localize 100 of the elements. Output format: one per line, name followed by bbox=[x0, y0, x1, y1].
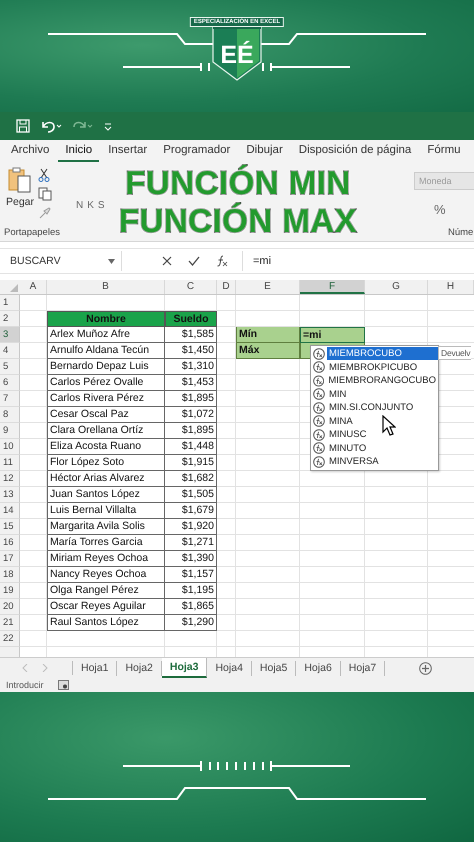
check-icon[interactable] bbox=[188, 256, 200, 266]
table-cell: Carlos Rivera Pérez bbox=[47, 391, 165, 407]
ribbon-tab[interactable]: Disposición de página bbox=[292, 140, 418, 162]
function-icon bbox=[313, 388, 325, 400]
font-style-button[interactable]: S bbox=[96, 200, 107, 211]
table-cell: Luis Bernal Villalta bbox=[47, 503, 165, 519]
font-style-button[interactable]: N bbox=[74, 200, 86, 211]
function-icon[interactable] bbox=[216, 255, 228, 267]
function-tooltip: Devuelv bbox=[438, 346, 472, 360]
table-cell: Raul Santos López bbox=[47, 615, 165, 631]
row-header[interactable]: 3 bbox=[0, 327, 20, 343]
function-suggestion[interactable]: MINVERSA bbox=[311, 455, 438, 468]
row-header[interactable]: 9 bbox=[0, 423, 20, 439]
paste-label[interactable]: Pegar bbox=[6, 196, 34, 208]
function-suggestion[interactable]: MIN bbox=[311, 388, 438, 401]
label-cell: Máx bbox=[236, 343, 300, 359]
function-icon bbox=[313, 402, 325, 414]
column-header[interactable]: G bbox=[365, 280, 428, 294]
clipboard-icon[interactable] bbox=[8, 166, 32, 194]
ribbon-tab[interactable]: Fórmu bbox=[420, 140, 468, 162]
row-header[interactable]: 10 bbox=[0, 439, 20, 455]
ribbon-tab[interactable]: Insertar bbox=[101, 140, 154, 162]
sheet-tab[interactable]: Hoja4 bbox=[207, 660, 252, 676]
group-label: Núme bbox=[448, 227, 474, 238]
function-icon bbox=[313, 374, 324, 387]
row-header[interactable]: 6 bbox=[0, 375, 20, 391]
table-cell: $1,157 bbox=[165, 567, 217, 583]
table-cell: Carlos Pérez Ovalle bbox=[47, 375, 165, 391]
column-header[interactable]: C bbox=[165, 280, 217, 294]
font-style-button[interactable]: K bbox=[85, 200, 96, 211]
column-header[interactable]: D bbox=[217, 280, 236, 294]
row-header[interactable]: 19 bbox=[0, 583, 20, 599]
table-cell: $1,895 bbox=[165, 423, 217, 439]
table-cell: $1,290 bbox=[165, 615, 217, 631]
table-cell: $1,895 bbox=[165, 391, 217, 407]
function-suggestion[interactable]: MIEMBROKPICUBO bbox=[311, 360, 438, 374]
row-header[interactable]: 2 bbox=[0, 311, 20, 327]
table-cell: $1,915 bbox=[165, 455, 217, 471]
customize-icon[interactable] bbox=[104, 121, 112, 131]
column-header[interactable]: B bbox=[47, 280, 165, 294]
title-overlay: FUNCIÓN MAX bbox=[118, 202, 358, 240]
table-cell: $1,585 bbox=[165, 327, 217, 343]
sheet-tab[interactable]: Hoja6 bbox=[296, 660, 341, 676]
table-cell: $1,505 bbox=[165, 487, 217, 503]
function-icon bbox=[313, 361, 325, 374]
table-cell: Nancy Reyes Ochoa bbox=[47, 567, 165, 583]
column-header[interactable]: A bbox=[20, 280, 47, 294]
table-cell: $1,448 bbox=[165, 439, 217, 455]
function-suggestion[interactable]: MINUSC bbox=[311, 428, 438, 442]
table-cell: $1,450 bbox=[165, 343, 217, 359]
header-cell: Nombre bbox=[47, 311, 165, 327]
name-box[interactable]: BUSCARV bbox=[4, 251, 122, 271]
table-cell: Olga Rangel Pérez bbox=[47, 583, 165, 599]
ribbon-tab[interactable]: Dibujar bbox=[239, 140, 290, 162]
column-header[interactable]: H bbox=[428, 280, 474, 294]
ribbon-tab[interactable]: Archivo bbox=[4, 140, 56, 162]
column-header[interactable]: F bbox=[300, 280, 365, 294]
table-cell: Héctor Arias Alvarez bbox=[47, 471, 165, 487]
table-cell: $1,271 bbox=[165, 535, 217, 551]
macro-record-icon[interactable] bbox=[58, 680, 69, 690]
row-header[interactable]: 16 bbox=[0, 535, 20, 551]
table-cell: $1,865 bbox=[165, 599, 217, 615]
label-cell: Mín bbox=[236, 327, 300, 343]
function-suggestion[interactable]: MINA bbox=[311, 414, 438, 428]
table-cell: Cesar Oscal Paz bbox=[47, 407, 165, 423]
ribbon-tab[interactable]: Programador bbox=[156, 140, 238, 162]
row-header[interactable]: 20 bbox=[0, 599, 20, 615]
sheet-tab[interactable]: Hoja1 bbox=[73, 660, 118, 676]
table-cell: $1,682 bbox=[165, 471, 217, 487]
row-header[interactable]: 22 bbox=[0, 631, 20, 647]
row-header[interactable]: 12 bbox=[0, 471, 20, 487]
function-suggestion[interactable]: MINUTO bbox=[311, 442, 438, 455]
table-cell: $1,310 bbox=[165, 359, 217, 375]
save-icon[interactable] bbox=[16, 119, 30, 133]
copy-icon[interactable] bbox=[38, 187, 52, 201]
function-suggestion[interactable]: MIN.SI.CONJUNTO bbox=[311, 401, 438, 414]
table-cell: Margarita Avila Solis bbox=[47, 519, 165, 535]
scissors-icon[interactable] bbox=[38, 168, 50, 182]
add-sheet-icon[interactable] bbox=[419, 662, 432, 674]
row-header[interactable]: 21 bbox=[0, 615, 20, 631]
table-cell: $1,920 bbox=[165, 519, 217, 535]
brush-icon[interactable] bbox=[38, 206, 52, 220]
sheet-tab[interactable]: Hoja5 bbox=[252, 660, 296, 676]
table-cell: $1,390 bbox=[165, 551, 217, 567]
undo-icon[interactable] bbox=[40, 119, 62, 133]
sheet-tab[interactable]: Hoja7 bbox=[340, 660, 386, 676]
function-icon bbox=[313, 415, 325, 428]
row-header[interactable]: 13 bbox=[0, 487, 20, 503]
percent-button[interactable]: % bbox=[414, 202, 474, 217]
sheet-tab[interactable]: Hoja3 bbox=[162, 658, 208, 678]
function-icon bbox=[313, 442, 325, 454]
table-cell: $1,453 bbox=[165, 375, 217, 391]
row-header[interactable]: 8 bbox=[0, 407, 20, 423]
table-cell: $1,195 bbox=[165, 583, 217, 599]
function-suggestion[interactable]: MIEMBRORANGOCUBO bbox=[311, 374, 438, 388]
formula-field[interactable]: =mi bbox=[243, 255, 272, 267]
group-label: Portapapeles bbox=[4, 227, 60, 238]
row-header[interactable]: 18 bbox=[0, 567, 20, 583]
cancel-icon[interactable] bbox=[162, 256, 172, 266]
table-cell: Flor López Soto bbox=[47, 455, 165, 471]
